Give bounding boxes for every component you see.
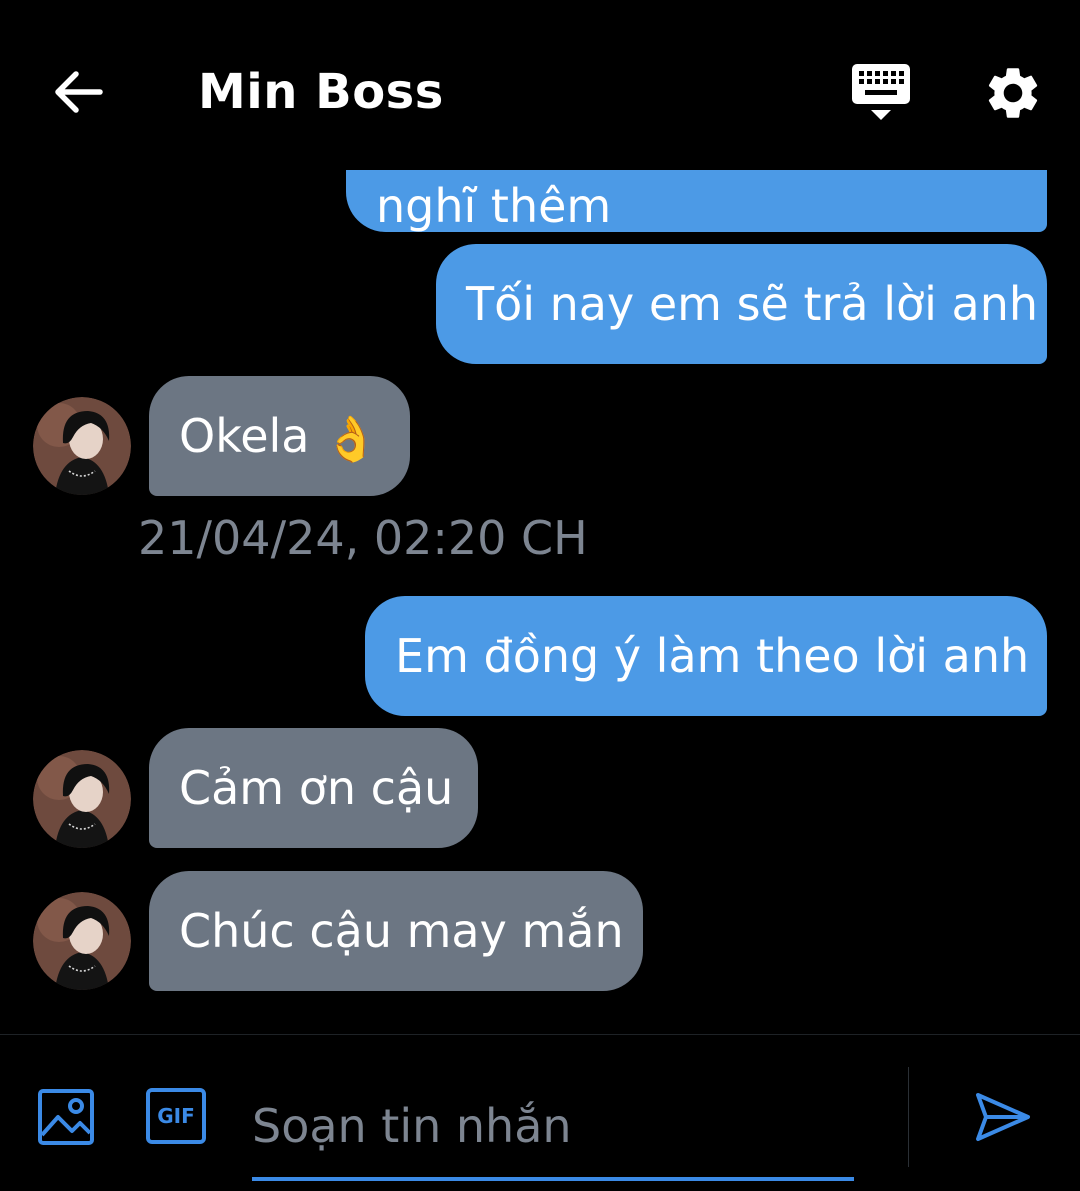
gif-label: GIF bbox=[157, 1104, 195, 1128]
avatar-image bbox=[33, 397, 131, 495]
keyboard-icon bbox=[852, 64, 910, 120]
avatar[interactable] bbox=[33, 397, 131, 495]
message-text: Okela bbox=[179, 409, 310, 463]
avatar-image bbox=[33, 892, 131, 990]
avatar[interactable] bbox=[33, 892, 131, 990]
message-bubble-incoming[interactable]: Cảm ơn cậu bbox=[149, 728, 478, 848]
attach-gif-button[interactable]: GIF bbox=[146, 1088, 206, 1144]
avatar[interactable] bbox=[33, 750, 131, 848]
message-text: Chúc cậu may mắn bbox=[179, 904, 624, 958]
keyboard-toggle-button[interactable] bbox=[848, 62, 914, 124]
message-bubble-incoming[interactable]: Chúc cậu may mắn bbox=[149, 871, 643, 991]
send-button[interactable] bbox=[970, 1085, 1034, 1149]
conversation-title: Min Boss bbox=[198, 64, 444, 120]
message-bubble-outgoing[interactable]: Em đồng ý làm theo lời anh bbox=[365, 596, 1047, 716]
message-list[interactable]: nghĩ thêm Tối nay em sẽ trả lời anh Okel… bbox=[0, 168, 1080, 1034]
message-input[interactable] bbox=[252, 1075, 854, 1181]
message-text: nghĩ thêm bbox=[376, 179, 612, 233]
chat-header: Min Boss bbox=[0, 0, 1080, 170]
ok-hand-emoji: 👌 bbox=[323, 413, 379, 465]
message-timestamp: 21/04/24, 02:20 CH bbox=[138, 511, 588, 565]
settings-button[interactable] bbox=[982, 62, 1044, 124]
message-text: Tối nay em sẽ trả lời anh bbox=[466, 277, 1039, 331]
divider bbox=[908, 1067, 909, 1167]
compose-bar: GIF bbox=[0, 1034, 1080, 1191]
message-text: Em đồng ý làm theo lời anh bbox=[395, 629, 1030, 683]
message-bubble-incoming[interactable]: Okela 👌 bbox=[149, 376, 410, 496]
arrow-left-icon bbox=[55, 71, 103, 113]
image-icon bbox=[38, 1089, 94, 1145]
message-bubble-outgoing[interactable]: nghĩ thêm bbox=[346, 168, 1047, 233]
back-button[interactable] bbox=[48, 62, 108, 122]
avatar-image bbox=[33, 750, 131, 848]
message-text: Cảm ơn cậu bbox=[179, 761, 454, 815]
message-bubble-outgoing[interactable]: Tối nay em sẽ trả lời anh bbox=[436, 244, 1047, 364]
send-icon bbox=[976, 1093, 1030, 1141]
attach-image-button[interactable] bbox=[36, 1087, 96, 1147]
gear-icon bbox=[988, 68, 1038, 118]
